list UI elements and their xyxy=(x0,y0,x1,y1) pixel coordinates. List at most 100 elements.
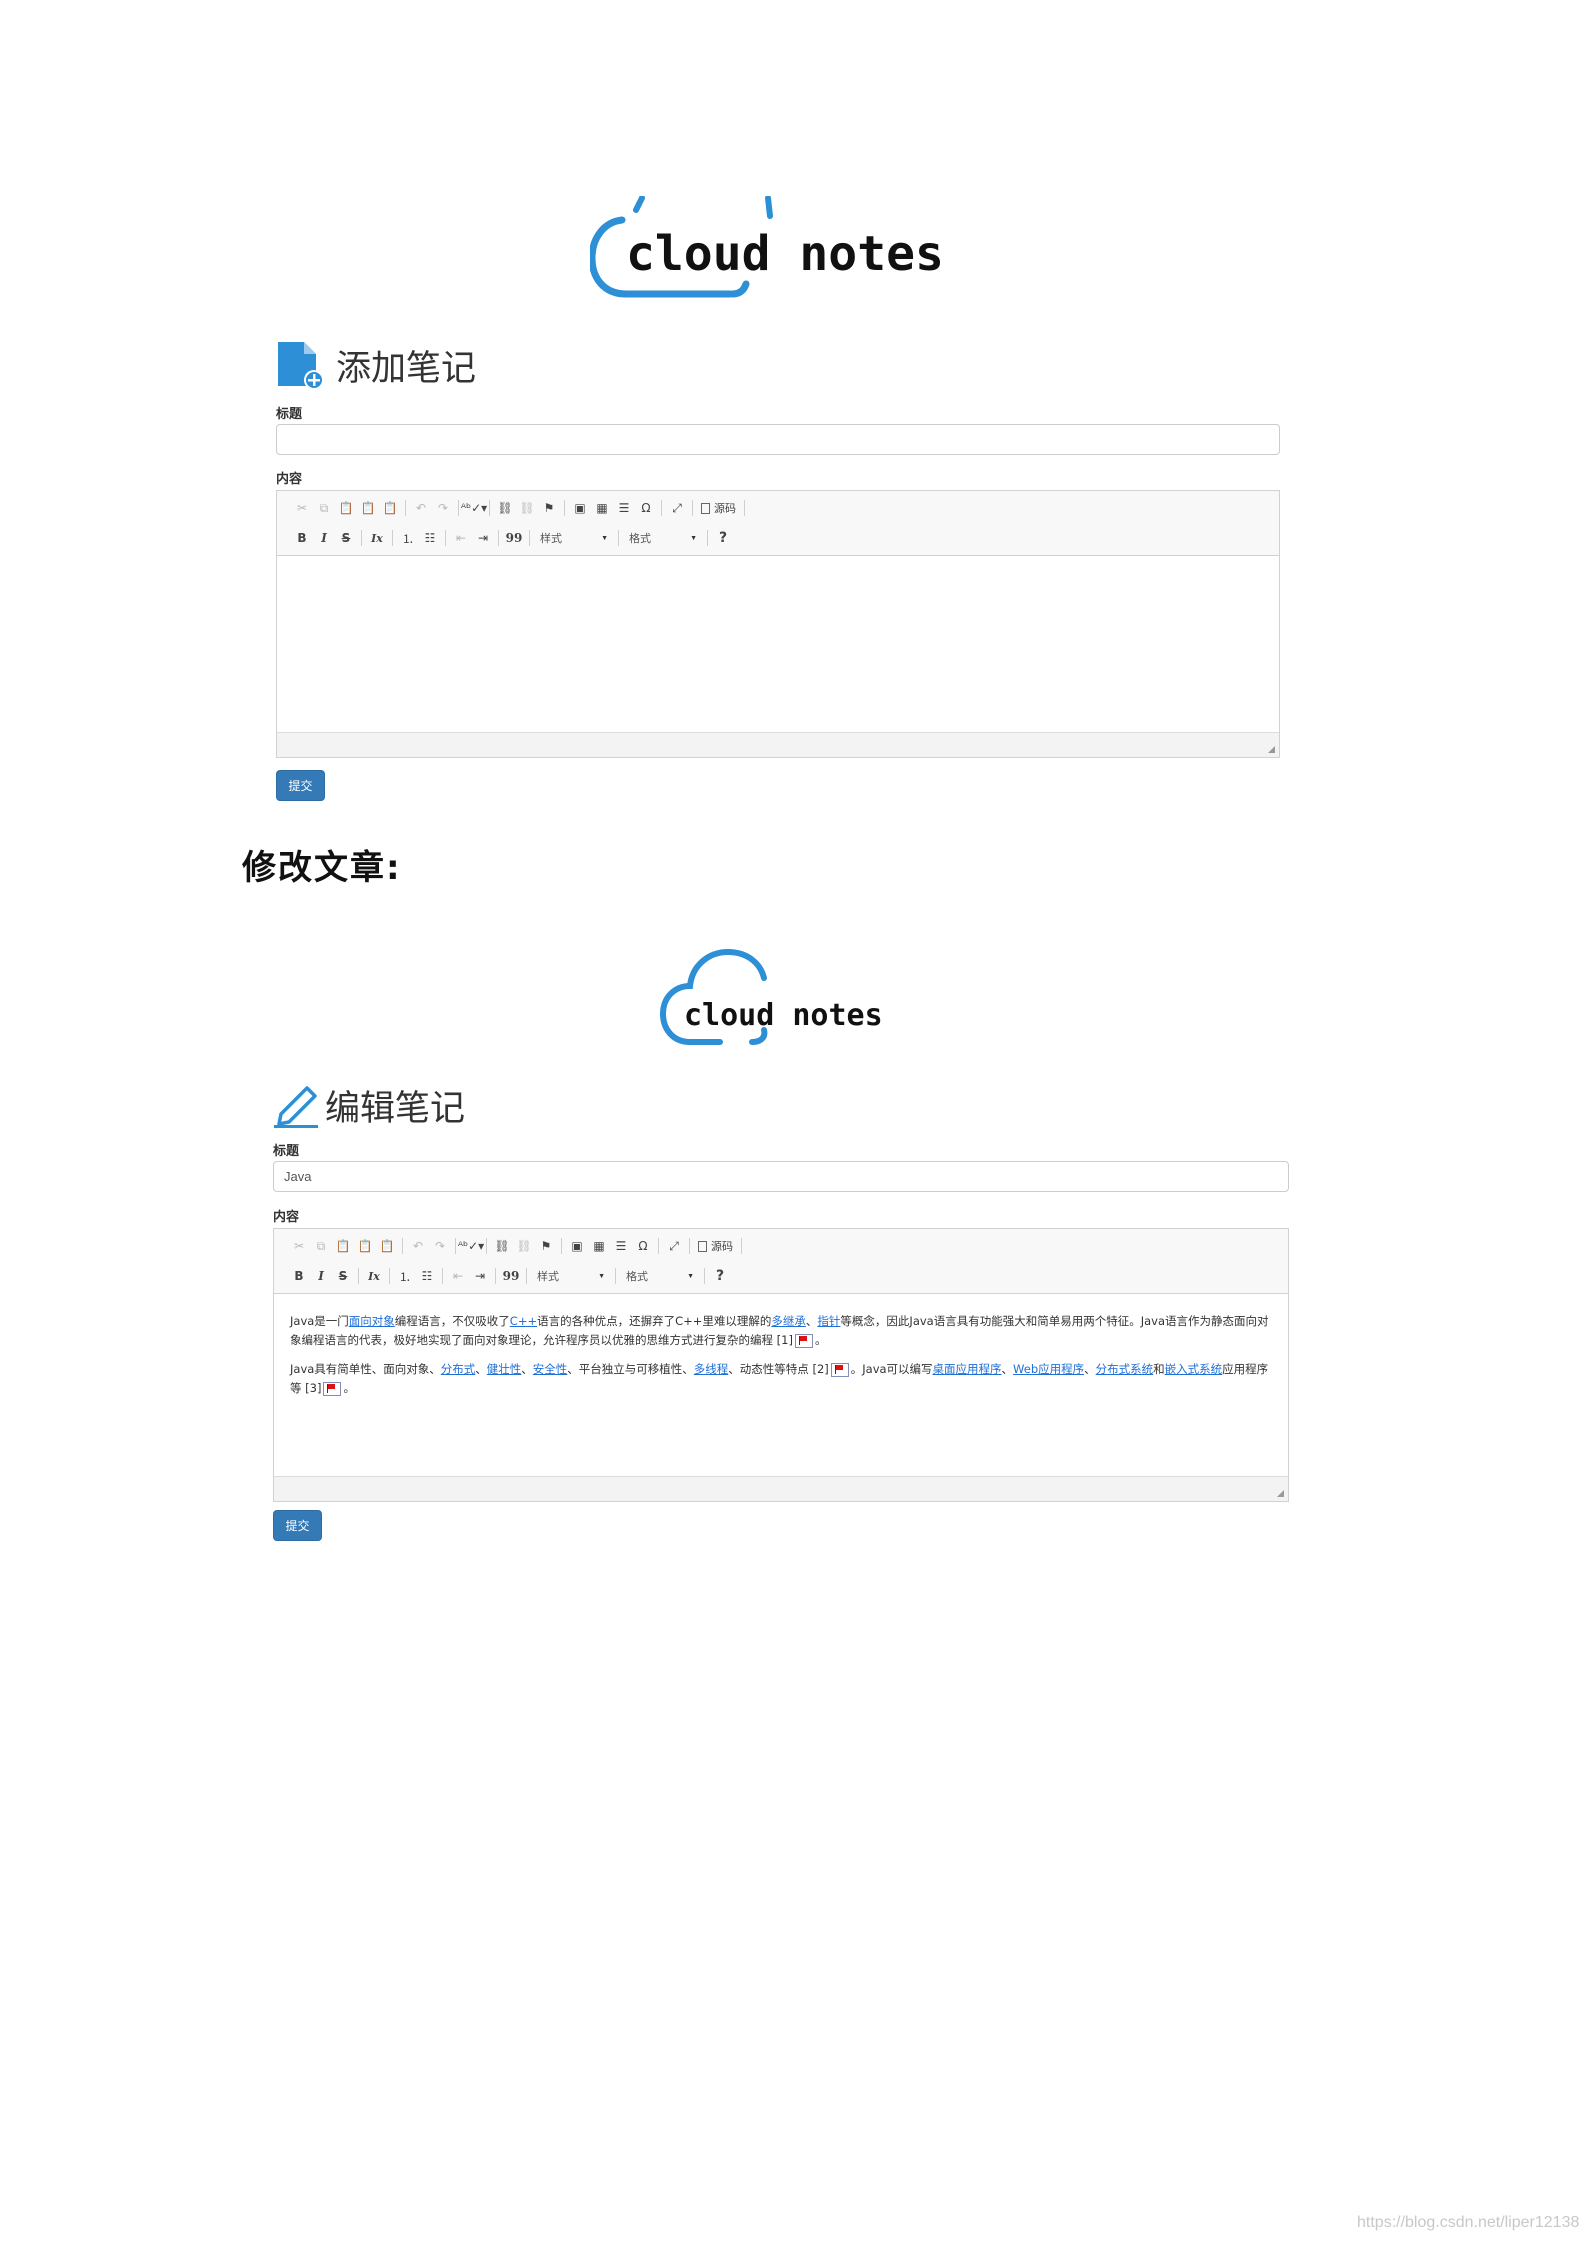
undo-icon[interactable]: ↶ xyxy=(410,498,432,518)
content-link[interactable]: 分布式 xyxy=(441,1362,476,1376)
content-paragraph: Java是一门面向对象编程语言，不仅吸收了C++语言的各种优点，还摒弃了C++里… xyxy=(290,1314,1269,1348)
undo-icon[interactable]: ↶ xyxy=(407,1236,429,1256)
content-link[interactable]: 健壮性 xyxy=(487,1362,522,1376)
indent-icon[interactable]: ⇥ xyxy=(472,528,494,548)
spellcheck-icon[interactable]: ᴬᵇ✓▾ xyxy=(461,498,487,518)
styles-dropdown[interactable]: 样式 ▼ xyxy=(531,1266,611,1286)
toolbar-separator xyxy=(526,1268,527,1284)
resize-handle-icon[interactable] xyxy=(1268,746,1275,753)
paste-text-icon[interactable]: 📋 xyxy=(357,498,379,518)
paste-icon[interactable]: 📋 xyxy=(335,498,357,518)
paste-word-icon[interactable]: 📋 xyxy=(379,498,401,518)
anchor-flag-icon[interactable] xyxy=(323,1381,342,1396)
horizontal-rule-icon[interactable]: ☰ xyxy=(613,498,635,518)
help-button[interactable]: ? xyxy=(709,1266,731,1286)
unlink-icon[interactable]: ⛓ xyxy=(516,498,538,518)
table-icon[interactable]: ▦ xyxy=(588,1236,610,1256)
remove-format-button[interactable]: Ix xyxy=(363,1266,385,1286)
toolbar-separator xyxy=(618,530,619,546)
numbered-list-icon[interactable]: ⒈ xyxy=(394,1266,416,1286)
anchor-flag-icon[interactable]: ⚑ xyxy=(538,498,560,518)
italic-button[interactable]: I xyxy=(313,528,335,548)
outdent-icon[interactable]: ⇤ xyxy=(450,528,472,548)
special-char-icon[interactable]: Ω xyxy=(635,498,657,518)
content-link[interactable]: 多继承 xyxy=(771,1314,806,1328)
content-link[interactable]: 桌面应用程序 xyxy=(933,1362,1002,1376)
blockquote-button[interactable]: 99 xyxy=(500,1266,522,1286)
copy-icon[interactable]: ⧉ xyxy=(310,1236,332,1256)
anchor-flag-icon[interactable] xyxy=(794,1333,813,1348)
content-link[interactable]: 安全性 xyxy=(533,1362,568,1376)
submit-button[interactable]: 提交 xyxy=(273,1510,322,1541)
styles-dropdown[interactable]: 样式 ▼ xyxy=(534,528,614,548)
strike-button[interactable]: S xyxy=(335,528,357,548)
pencil-icon xyxy=(274,1086,318,1128)
toolbar-separator xyxy=(495,1268,496,1284)
toolbar-separator xyxy=(486,1238,487,1254)
bulleted-list-icon[interactable]: ☷ xyxy=(419,528,441,548)
unlink-icon[interactable]: ⛓ xyxy=(513,1236,535,1256)
italic-button[interactable]: I xyxy=(310,1266,332,1286)
spellcheck-icon[interactable]: ᴬᵇ✓▾ xyxy=(458,1236,484,1256)
editor-content-area[interactable]: Java是一门面向对象编程语言，不仅吸收了C++语言的各种优点，还摒弃了C++里… xyxy=(274,1294,1288,1477)
maximize-icon[interactable]: ⤢ xyxy=(666,498,688,518)
remove-format-button[interactable]: Ix xyxy=(366,528,388,548)
help-button[interactable]: ? xyxy=(712,528,734,548)
horizontal-rule-icon[interactable]: ☰ xyxy=(610,1236,632,1256)
editor-toolbar: ✂ ⧉ 📋 📋 📋 ↶ ↷ ᴬᵇ✓▾ ⛓ ⛓ ⚑ ▣ ▦ ☰ Ω ⤢ 源码 B … xyxy=(274,1229,1288,1294)
anchor-flag-icon[interactable]: ⚑ xyxy=(535,1236,557,1256)
resize-handle-icon[interactable] xyxy=(1277,1490,1284,1497)
indent-icon[interactable]: ⇥ xyxy=(469,1266,491,1286)
reference-mark: [1] xyxy=(776,1333,793,1347)
submit-button[interactable]: 提交 xyxy=(276,770,325,801)
copy-icon[interactable]: ⧉ xyxy=(313,498,335,518)
table-icon[interactable]: ▦ xyxy=(591,498,613,518)
paste-icon[interactable]: 📋 xyxy=(332,1236,354,1256)
content-link[interactable]: C++ xyxy=(510,1314,537,1328)
logo-text: cloud notes xyxy=(626,226,944,282)
format-dropdown[interactable]: 格式 ▼ xyxy=(620,1266,700,1286)
section-heading: 修改文章: xyxy=(242,848,402,888)
bulleted-list-icon[interactable]: ☷ xyxy=(416,1266,438,1286)
bold-button[interactable]: B xyxy=(291,528,313,548)
chevron-down-icon: ▼ xyxy=(601,534,608,542)
content-link[interactable]: 面向对象 xyxy=(349,1314,395,1328)
format-dropdown[interactable]: 格式 ▼ xyxy=(623,528,703,548)
link-icon[interactable]: ⛓ xyxy=(491,1236,513,1256)
content-link[interactable]: 嵌入式系统 xyxy=(1165,1362,1223,1376)
source-button[interactable]: 源码 xyxy=(694,1236,737,1256)
toolbar-separator xyxy=(442,1268,443,1284)
source-doc-icon xyxy=(701,502,710,514)
paste-word-icon[interactable]: 📋 xyxy=(376,1236,398,1256)
chevron-down-icon: ▼ xyxy=(687,1272,694,1280)
content-link[interactable]: 多线程 xyxy=(694,1362,729,1376)
redo-icon[interactable]: ↷ xyxy=(432,498,454,518)
outdent-icon[interactable]: ⇤ xyxy=(447,1266,469,1286)
cut-icon[interactable]: ✂ xyxy=(291,498,313,518)
toolbar-separator xyxy=(402,1238,403,1254)
toolbar-separator xyxy=(445,530,446,546)
bold-button[interactable]: B xyxy=(288,1266,310,1286)
paste-text-icon[interactable]: 📋 xyxy=(354,1236,376,1256)
anchor-flag-icon[interactable] xyxy=(830,1362,849,1377)
maximize-icon[interactable]: ⤢ xyxy=(663,1236,685,1256)
title-input[interactable] xyxy=(276,424,1280,455)
editor-content-area[interactable] xyxy=(277,556,1279,733)
redo-icon[interactable]: ↷ xyxy=(429,1236,451,1256)
image-icon[interactable]: ▣ xyxy=(569,498,591,518)
blockquote-button[interactable]: 99 xyxy=(503,528,525,548)
special-char-icon[interactable]: Ω xyxy=(632,1236,654,1256)
toolbar-separator xyxy=(489,500,490,516)
content-link[interactable]: 指针 xyxy=(817,1314,840,1328)
link-icon[interactable]: ⛓ xyxy=(494,498,516,518)
strike-button[interactable]: S xyxy=(332,1266,354,1286)
content-link[interactable]: 分布式系统 xyxy=(1096,1362,1154,1376)
title-input[interactable] xyxy=(273,1161,1289,1192)
image-icon[interactable]: ▣ xyxy=(566,1236,588,1256)
source-button[interactable]: 源码 xyxy=(697,498,740,518)
toolbar-separator xyxy=(658,1238,659,1254)
content-link[interactable]: Web应用程序 xyxy=(1013,1362,1084,1376)
reference-mark: [2] xyxy=(812,1362,829,1376)
numbered-list-icon[interactable]: ⒈ xyxy=(397,528,419,548)
cut-icon[interactable]: ✂ xyxy=(288,1236,310,1256)
